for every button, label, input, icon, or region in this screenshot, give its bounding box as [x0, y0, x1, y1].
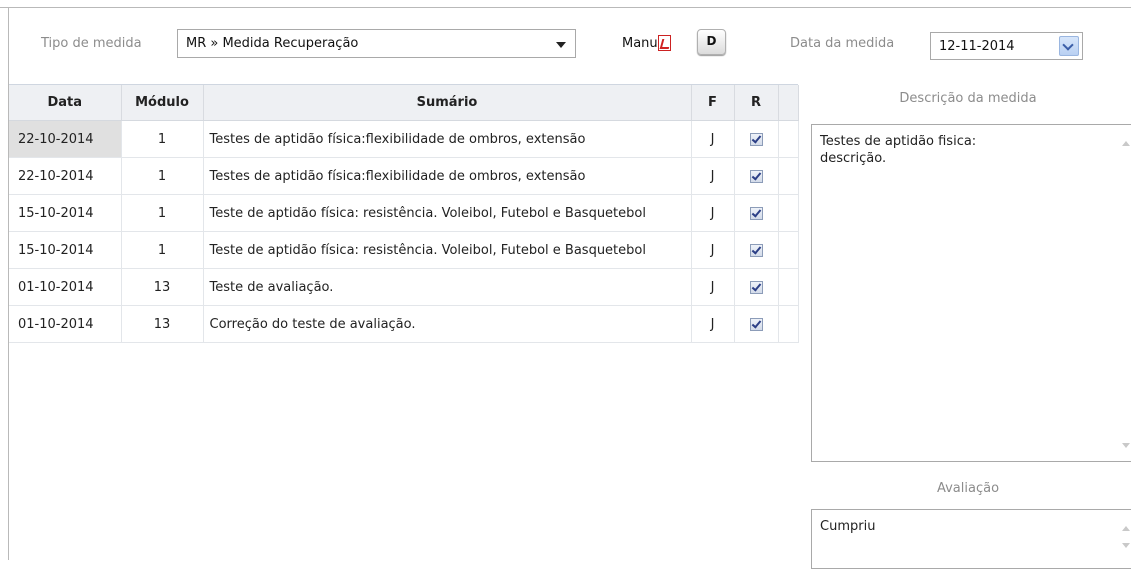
- col-header-modulo[interactable]: Módulo: [121, 85, 204, 121]
- scroll-up-icon[interactable]: [1122, 526, 1130, 531]
- r-checkbox-checked-icon[interactable]: [749, 169, 763, 183]
- descricao-line: descrição.: [820, 151, 887, 166]
- cell-modulo: 13: [121, 268, 204, 306]
- cell-f: J: [691, 231, 735, 269]
- cell-filler: [778, 120, 799, 158]
- cell-modulo: 13: [121, 305, 204, 343]
- cell-filler: [778, 194, 799, 232]
- chevron-down-icon[interactable]: [1059, 36, 1079, 56]
- scroll-down-icon[interactable]: [1122, 443, 1130, 448]
- d-button[interactable]: D: [697, 29, 726, 55]
- cell-filler: [778, 157, 799, 195]
- cell-r[interactable]: [734, 194, 779, 232]
- cell-data: 15-10-2014: [9, 231, 122, 269]
- table-row[interactable]: 22-10-2014 1 Testes de aptidão física:flex…: [9, 120, 799, 158]
- table-row[interactable]: 01-10-2014 13 Teste de avaliação. J: [9, 268, 799, 306]
- col-header-data[interactable]: Data: [9, 85, 122, 121]
- cell-r[interactable]: [734, 231, 779, 269]
- cell-r[interactable]: [734, 305, 779, 343]
- pdf-icon[interactable]: [658, 35, 671, 51]
- tipo-medida-select[interactable]: MR » Medida Recuperação: [177, 29, 576, 58]
- cell-data: 01-10-2014: [9, 305, 122, 343]
- cell-sumario: Testes de aptidão física:flexibilidade d…: [203, 120, 692, 158]
- tipo-medida-label: Tipo de medida: [41, 36, 142, 51]
- cell-data: 22-10-2014: [9, 157, 122, 195]
- cell-r[interactable]: [734, 268, 779, 306]
- descricao-line: Testes de aptidão fisica:: [820, 134, 977, 149]
- descricao-title: Descrição da medida: [899, 91, 1037, 106]
- cell-modulo: 1: [121, 194, 204, 232]
- col-header-sumario[interactable]: Sumário: [203, 85, 692, 121]
- avaliacao-title: Avaliação: [936, 481, 1000, 496]
- cell-r[interactable]: [734, 120, 779, 158]
- r-checkbox-checked-icon[interactable]: [749, 132, 763, 146]
- cell-data: 01-10-2014: [9, 268, 122, 306]
- cell-modulo: 1: [121, 231, 204, 269]
- cell-sumario: Teste de aptidão física: resistência. Vo…: [203, 231, 692, 269]
- avaliacao-textarea[interactable]: Cumpriu: [811, 509, 1131, 569]
- cell-sumario: Testes de aptidão física:flexibilidade d…: [203, 157, 692, 195]
- tipo-medida-value: MR » Medida Recuperação: [186, 36, 359, 51]
- descricao-textarea[interactable]: Testes de aptidão fisica: descrição.: [811, 124, 1131, 462]
- data-medida-picker[interactable]: 12-11-2014: [930, 32, 1083, 60]
- sumarios-table: Data Módulo Sumário F R 22-10-2014 1 Teste…: [9, 85, 799, 343]
- col-header-r[interactable]: R: [734, 85, 779, 121]
- dropdown-arrow-icon[interactable]: [556, 42, 566, 48]
- cell-f: J: [691, 120, 735, 158]
- r-checkbox-checked-icon[interactable]: [749, 280, 763, 294]
- col-header-f[interactable]: F: [691, 85, 735, 121]
- cell-f: J: [691, 157, 735, 195]
- table-row[interactable]: 01-10-2014 13 Correção do teste de avaliaç…: [9, 305, 799, 343]
- scroll-down-icon[interactable]: [1122, 543, 1130, 548]
- sumarios-grid: Data Módulo Sumário F R 22-10-2014 1 Teste…: [9, 84, 799, 350]
- frame-top-border: [0, 7, 1131, 8]
- avaliacao-text: Cumpriu: [820, 519, 876, 534]
- table-row[interactable]: 22-10-2014 1 Testes de aptidão física:flex…: [9, 157, 799, 195]
- cell-data: 15-10-2014: [9, 194, 122, 232]
- data-medida-value: 12-11-2014: [939, 39, 1015, 54]
- cell-f: J: [691, 268, 735, 306]
- cell-filler: [778, 305, 799, 343]
- cell-data: 22-10-2014: [9, 120, 122, 158]
- table-row[interactable]: 15-10-2014 1 Teste de aptidão física: resi…: [9, 194, 799, 232]
- cell-sumario: Teste de avaliação.: [203, 268, 692, 306]
- r-checkbox-checked-icon[interactable]: [749, 243, 763, 257]
- cell-f: J: [691, 305, 735, 343]
- r-checkbox-checked-icon[interactable]: [749, 206, 763, 220]
- cell-modulo: 1: [121, 157, 204, 195]
- cell-filler: [778, 231, 799, 269]
- data-medida-label: Data da medida: [790, 36, 895, 51]
- cell-sumario: Teste de aptidão física: resistência. Vo…: [203, 194, 692, 232]
- cell-sumario: Correção do teste de avaliação.: [203, 305, 692, 343]
- scroll-up-icon[interactable]: [1122, 141, 1130, 146]
- cell-modulo: 1: [121, 120, 204, 158]
- cell-filler: [778, 268, 799, 306]
- table-header-row: Data Módulo Sumário F R: [9, 85, 799, 121]
- cell-f: J: [691, 194, 735, 232]
- descricao-text: Testes de aptidão fisica: descrição.: [820, 133, 976, 167]
- r-checkbox-checked-icon[interactable]: [749, 317, 763, 331]
- cell-r[interactable]: [734, 157, 779, 195]
- table-row[interactable]: 15-10-2014 1 Teste de aptidão física: resi…: [9, 231, 799, 269]
- col-header-filler: [778, 85, 799, 121]
